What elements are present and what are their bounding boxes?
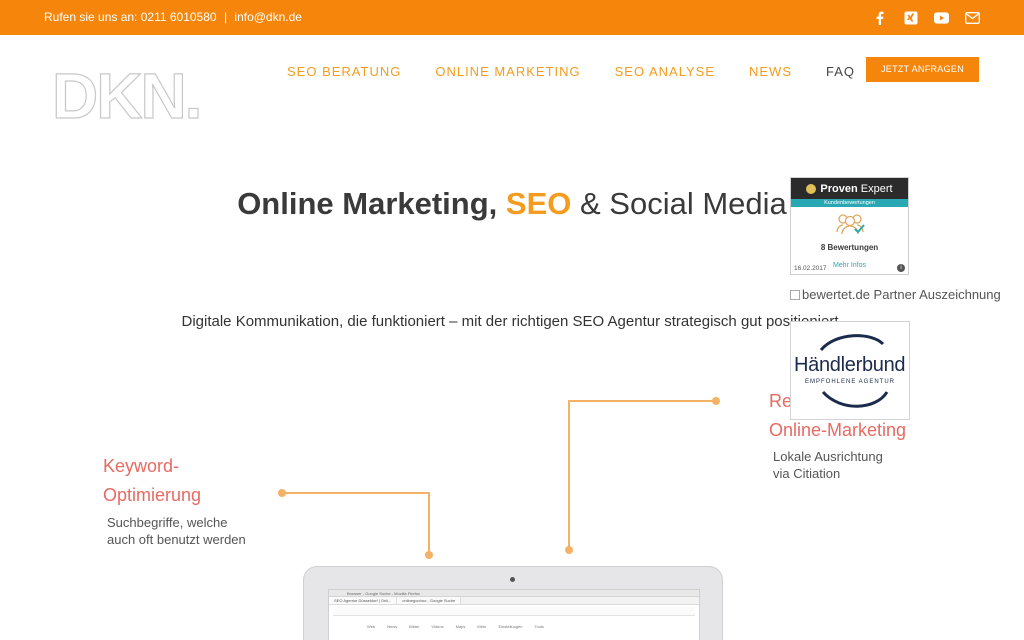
provenexpert-count: 8 Bewertungen (820, 243, 879, 252)
connector-dot (712, 397, 720, 405)
laptop-mockup: Browser - Google Suche - Mozilla Firefox… (303, 566, 723, 640)
provenexpert-logo-icon (806, 183, 817, 194)
connector-dot (425, 551, 433, 559)
screen-link: Tools (534, 624, 544, 629)
screen-link: News (387, 624, 398, 629)
screen-link: Videos (431, 624, 444, 629)
feature-desc-line: Suchbegriffe, welche (107, 515, 228, 530)
feature-online-desc: Lokale Ausrichtung via Citiation (773, 448, 883, 482)
screen-tab: SEO Agentur Düsseldorf | Onli... (329, 597, 398, 604)
feature-title-line: Optimierung (103, 485, 202, 505)
bewertet-badge[interactable]: bewertet.de Partner Auszeichnung (790, 287, 1024, 305)
provenexpert-date: 16.02.2017 (794, 265, 827, 272)
haendlerbund-name: Händlerbund (794, 354, 906, 376)
laptop-screen: Browser - Google Suche - Mozilla Firefox… (328, 589, 700, 640)
info-icon[interactable]: i (897, 264, 905, 272)
screen-link: Web (367, 624, 376, 629)
feature-title-line: Keyword- (103, 456, 180, 476)
provenexpert-badge[interactable]: Proven Expert Kundenbewertungen 8 Bewert… (790, 177, 909, 275)
feature-desc-line: Lokale Ausrichtung (773, 449, 883, 464)
provenexpert-header: Proven Expert (791, 178, 908, 199)
camera-icon (510, 577, 515, 582)
provenexpert-brand-rest: Expert (860, 182, 893, 195)
provenexpert-brand: Proven (820, 182, 858, 195)
provenexpert-subtitle: Kundenbewertungen (791, 199, 908, 207)
connector-dot (565, 546, 573, 554)
screen-link: Maps (455, 624, 466, 629)
screen-window-title: Browser - Google Suche - Mozilla Firefox (329, 590, 699, 597)
connector-dot (278, 489, 286, 497)
feature-keyword-title: Keyword- Optimierung (103, 452, 201, 510)
feature-desc-line: auch oft benutzt werden (107, 532, 246, 547)
haendlerbund-badge[interactable]: Händlerbund EMPFOHLENE AGENTUR (790, 321, 910, 420)
people-icon (791, 212, 908, 241)
screen-links: Web News Bilder Videos Maps Mehr Einstel… (329, 618, 699, 635)
connector-online (568, 400, 716, 550)
screen-tab: onlinegoohoo - Google Suche (397, 597, 462, 604)
screen-tabs: SEO Agentur Düsseldorf | Onli... onlineg… (329, 597, 699, 605)
haendlerbund-subtitle: EMPFOHLENE AGENTUR (804, 379, 895, 385)
feature-keyword-desc: Suchbegriffe, welche auch oft benutzt we… (107, 514, 246, 548)
connector-keyword (282, 492, 430, 555)
broken-image-icon (790, 290, 800, 300)
bewertet-alt-text: bewertet.de Partner Auszeichnung (802, 287, 1001, 302)
screen-link: Bilder (409, 624, 420, 629)
screen-address-bar (333, 607, 695, 616)
feature-desc-line: via Citiation (773, 466, 841, 481)
screen-link: Einstellungen (498, 624, 523, 629)
screen-link: Mehr (477, 624, 487, 629)
